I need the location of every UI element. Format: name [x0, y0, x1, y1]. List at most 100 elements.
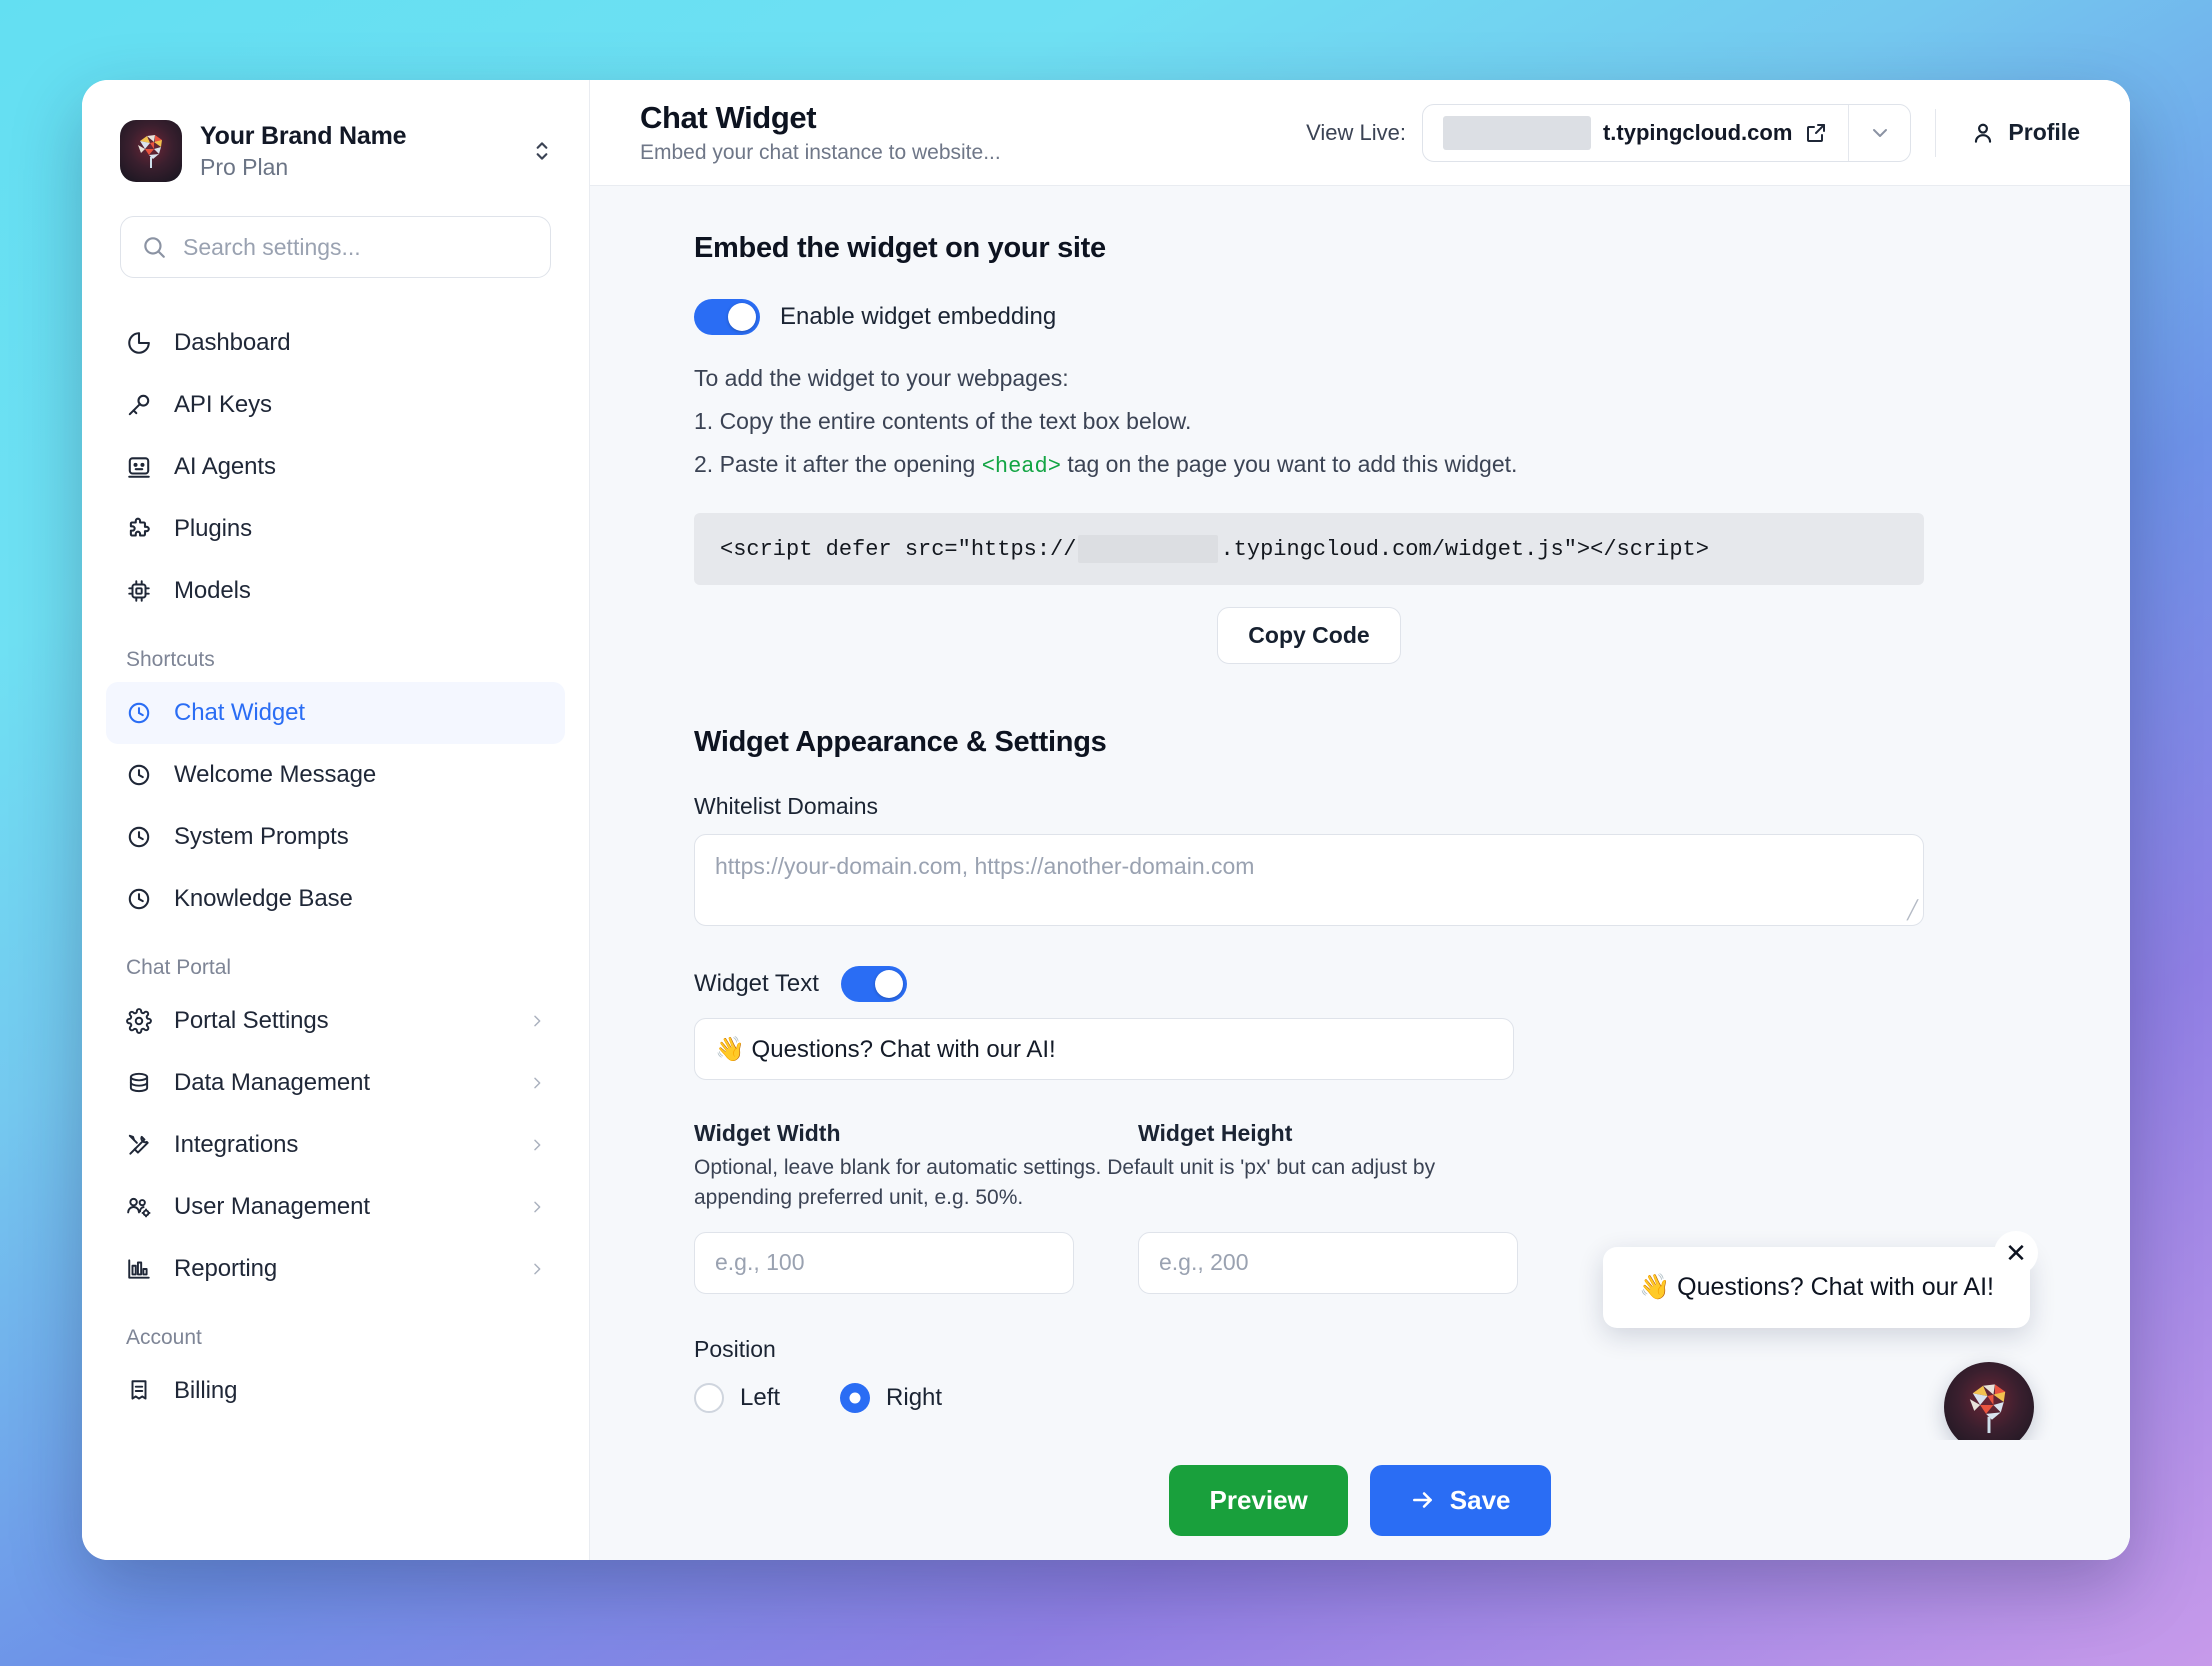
brain-logo-glyph: [138, 134, 162, 168]
page-subtitle: Embed your chat instance to website...: [640, 141, 1001, 164]
arrow-right-icon: [1412, 1492, 1432, 1508]
pie-chart-icon: [126, 330, 154, 356]
chevron-right-icon: [534, 1077, 541, 1089]
users-gear-icon: [126, 1194, 154, 1220]
position-option-left[interactable]: Left: [694, 1382, 781, 1413]
puzzle-piece-icon: [126, 516, 154, 542]
widget-height-input[interactable]: e.g., 200: [1138, 1231, 1518, 1294]
receipt-icon: [126, 1378, 154, 1404]
sidebar-group-chat-portal: Chat Portal: [126, 956, 232, 979]
content-area: Chat Widget Embed your chat instance to …: [590, 80, 2130, 1560]
redacted-subdomain-code: [1078, 535, 1219, 563]
clock-icon: [126, 700, 154, 726]
sidebar-item-system-prompts[interactable]: System Prompts: [106, 806, 565, 868]
redacted-subdomain: [1442, 115, 1591, 150]
app-window: Your Brand Name Pro Plan Search settings…: [82, 80, 2130, 1560]
sidebar-item-label: Portal Settings: [174, 1007, 329, 1034]
enable-embedding-row: Enable widget embedding: [694, 299, 2130, 335]
sidebar-item-dashboard[interactable]: Dashboard: [106, 312, 565, 374]
sidebar-item-label: Knowledge Base: [174, 885, 353, 912]
sidebar-item-portal-settings[interactable]: Portal Settings: [106, 990, 565, 1052]
widget-text-label: Widget Text: [694, 970, 819, 997]
sidebar-item-reporting[interactable]: Reporting: [106, 1238, 565, 1300]
brand-logo-icon: [120, 120, 182, 182]
external-link-icon: [1807, 123, 1826, 142]
chevron-right-icon: [534, 1201, 541, 1213]
sidebar-item-api-keys[interactable]: API Keys: [106, 374, 565, 436]
sidebar-item-ai-agents[interactable]: AI Agents: [106, 436, 565, 498]
sidebar-item-welcome-message[interactable]: Welcome Message: [106, 744, 565, 806]
resize-grip-icon[interactable]: ╱: [1907, 900, 1918, 921]
sidebar-item-label: API Keys: [174, 391, 272, 418]
sidebar-item-user-management[interactable]: User Management: [106, 1176, 565, 1238]
sidebar-nav: Dashboard API Keys AI Agents Plugins Mod…: [82, 312, 589, 1422]
sidebar-group-account: Account: [126, 1326, 202, 1349]
robot-face-icon: [126, 454, 154, 480]
position-left-label: Left: [740, 1383, 781, 1411]
whitelist-domains-label: Whitelist Domains: [694, 793, 879, 819]
sidebar-item-label: Welcome Message: [174, 761, 377, 788]
widget-text-row: Widget Text: [694, 966, 2130, 1002]
position-right-label: Right: [886, 1383, 943, 1411]
sidebar-item-label: AI Agents: [174, 453, 276, 480]
clock-icon: [126, 886, 154, 912]
database-icon: [126, 1070, 154, 1096]
live-url-dropdown-button[interactable]: [1848, 104, 1910, 161]
profile-label: Profile: [2008, 119, 2080, 145]
copy-code-row: Copy Code: [694, 607, 1924, 664]
sidebar-item-chat-widget[interactable]: Chat Widget: [106, 682, 565, 744]
widget-height-col: Widget Height: [1138, 1120, 1518, 1147]
sidebar-item-label: System Prompts: [174, 823, 349, 850]
brand-switcher[interactable]: Your Brand Name Pro Plan: [82, 120, 589, 182]
sidebar-item-billing[interactable]: Billing: [106, 1360, 565, 1422]
view-live-group: View Live: t.typingcloud.com Profile: [1306, 103, 2090, 162]
page-title: Chat Widget: [640, 100, 817, 135]
clock-icon: [126, 762, 154, 788]
widget-width-col: Widget Width: [694, 1120, 1074, 1147]
user-icon: [1975, 123, 1992, 143]
preview-button[interactable]: Preview: [1169, 1464, 1348, 1536]
embed-step-1: 1. Copy the entire contents of the text …: [694, 408, 1192, 434]
sidebar-item-label: User Management: [174, 1193, 370, 1220]
tools-icon: [126, 1132, 154, 1158]
chevron-down-icon: [1872, 128, 1887, 137]
search-input[interactable]: Search settings...: [120, 216, 551, 278]
profile-button[interactable]: Profile: [1960, 119, 2090, 146]
floating-widget-launcher[interactable]: [1944, 1362, 2034, 1452]
sidebar-item-models[interactable]: Models: [106, 560, 565, 622]
sidebar-item-data-management[interactable]: Data Management: [106, 1052, 565, 1114]
settings-scroll-region[interactable]: Embed the widget on your site Enable wid…: [590, 186, 2130, 1560]
clock-icon: [126, 824, 154, 850]
page-heading-group: Chat Widget Embed your chat instance to …: [640, 100, 1286, 165]
widget-height-placeholder: e.g., 200: [1159, 1249, 1249, 1276]
sidebar-item-label: Reporting: [174, 1255, 278, 1282]
embed-code-box[interactable]: <script defer src="https:// .typingcloud…: [694, 513, 1924, 585]
embed-step-2-before: 2. Paste it after the opening: [694, 451, 976, 477]
cpu-chip-icon: [126, 578, 154, 604]
sidebar-item-plugins[interactable]: Plugins: [106, 498, 565, 560]
copy-code-button[interactable]: Copy Code: [1217, 607, 1401, 664]
widget-width-placeholder: e.g., 100: [715, 1249, 805, 1276]
chevron-right-icon: [534, 1015, 541, 1027]
toggle-knob: [874, 970, 903, 998]
live-url-link[interactable]: t.typingcloud.com: [1423, 105, 1848, 161]
embed-step-2-after: tag on the page you want to add this wid…: [1067, 451, 1518, 477]
save-label: Save: [1449, 1484, 1511, 1515]
widget-width-input[interactable]: e.g., 100: [694, 1231, 1074, 1294]
whitelist-domains-input[interactable]: https://your-domain.com, https://another…: [694, 834, 1924, 926]
sidebar-item-integrations[interactable]: Integrations: [106, 1114, 565, 1176]
search-icon: [144, 237, 165, 258]
widget-text-toggle[interactable]: [840, 966, 907, 1002]
enable-embedding-label: Enable widget embedding: [780, 303, 1057, 330]
close-icon[interactable]: ✕: [1994, 1231, 2038, 1275]
sidebar-item-label: Integrations: [174, 1131, 299, 1158]
widget-height-label: Widget Height: [1138, 1120, 1293, 1146]
key-icon: [126, 392, 154, 418]
floating-widget-bubble[interactable]: 👋 Questions? Chat with our AI! ✕: [1603, 1231, 2038, 1328]
enable-embedding-toggle[interactable]: [694, 299, 760, 335]
save-button[interactable]: Save: [1369, 1464, 1551, 1536]
widget-text-input[interactable]: 👋 Questions? Chat with our AI!: [694, 1018, 1514, 1080]
bar-chart-icon: [126, 1256, 154, 1282]
position-option-right[interactable]: Right: [840, 1382, 943, 1413]
sidebar-item-knowledge-base[interactable]: Knowledge Base: [106, 868, 565, 930]
